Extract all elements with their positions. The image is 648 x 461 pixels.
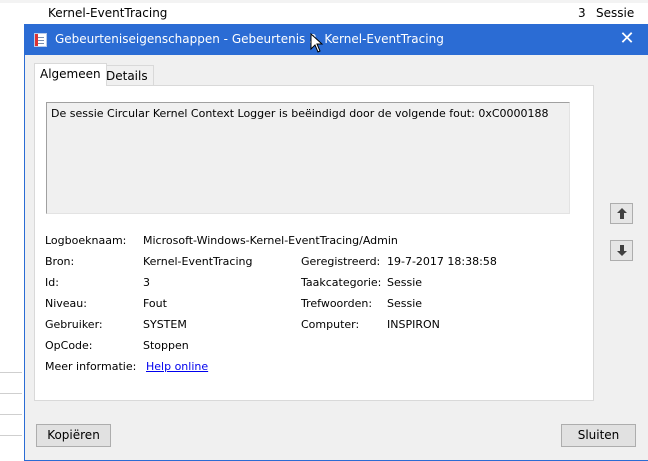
help-online-link[interactable]: Help online	[146, 360, 208, 373]
mouse-cursor-icon	[310, 33, 324, 53]
dialog-title: Gebeurteniseigenschappen - Gebeurtenis 3…	[55, 32, 444, 46]
keywords-label: Trefwoorden:	[301, 297, 373, 310]
more-info-label: Meer informatie:	[45, 360, 137, 373]
event-list-row[interactable]: Kernel-EventTracing 3 Sessie	[0, 4, 648, 24]
copy-button[interactable]: Kopiëren	[36, 424, 111, 447]
dialog-titlebar[interactable]: Gebeurteniseigenschappen - Gebeurtenis 3…	[25, 25, 648, 55]
task-category-label: Taakcategorie:	[301, 276, 382, 289]
event-viewer-icon	[34, 33, 47, 47]
log-name-label: Logboeknaam:	[45, 234, 127, 247]
user-label: Gebruiker:	[45, 318, 103, 331]
general-tab-panel: De sessie Circular Kernel Context Logger…	[34, 85, 594, 401]
computer-value[interactable]: INSPIRON	[387, 318, 440, 331]
event-properties-dialog: Gebeurteniseigenschappen - Gebeurtenis 3…	[24, 24, 648, 461]
close-button[interactable]: Sluiten	[561, 424, 636, 447]
level-label: Niveau:	[45, 297, 87, 310]
id-value[interactable]: 3	[143, 276, 150, 289]
task-category-value[interactable]: Sessie	[387, 276, 422, 289]
log-name-value[interactable]: Microsoft-Windows-Kernel-EventTracing/Ad…	[143, 234, 398, 247]
id-label: Id:	[45, 276, 59, 289]
previous-event-button[interactable]	[610, 203, 633, 224]
opcode-label: OpCode:	[45, 339, 93, 352]
next-event-button[interactable]	[610, 240, 633, 261]
list-gridlines	[0, 372, 22, 461]
computer-label: Computer:	[301, 318, 360, 331]
opcode-value[interactable]: Stoppen	[143, 339, 189, 352]
arrow-up-icon	[617, 208, 627, 219]
tab-details[interactable]: Details	[100, 65, 154, 86]
level-value[interactable]: Fout	[143, 297, 167, 310]
keywords-value[interactable]: Sessie	[387, 297, 422, 310]
tab-general[interactable]: Algemeen	[34, 63, 107, 86]
event-source-cell: Kernel-EventTracing	[48, 6, 168, 20]
event-message-box[interactable]: De sessie Circular Kernel Context Logger…	[46, 102, 570, 214]
arrow-down-icon	[617, 245, 627, 256]
list-header-edge	[0, 0, 648, 3]
close-icon[interactable]: ✕	[616, 28, 638, 50]
source-value[interactable]: Kernel-EventTracing	[143, 255, 252, 268]
event-category-cell: Sessie	[596, 6, 635, 20]
event-id-cell: 3	[578, 6, 586, 20]
logged-label: Geregistreerd:	[301, 255, 381, 268]
logged-value[interactable]: 19-7-2017 18:38:58	[387, 255, 497, 268]
user-value[interactable]: SYSTEM	[143, 318, 187, 331]
source-label: Bron:	[45, 255, 75, 268]
